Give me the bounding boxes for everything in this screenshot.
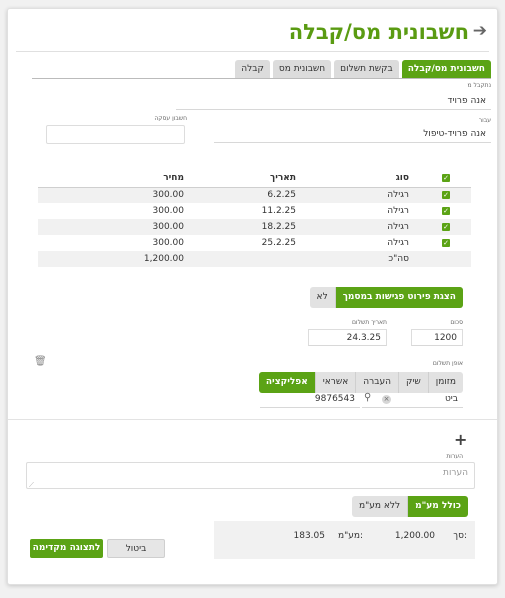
row-date: 25.2.25 xyxy=(261,238,296,248)
received-from-field[interactable]: אנה פרויד xyxy=(176,93,491,110)
section-divider xyxy=(8,419,497,420)
table-row: 300.00 11.2.25 רגילה ✓ xyxy=(38,203,471,219)
tab-receipt[interactable]: קבלה xyxy=(235,60,270,78)
table-row: 300.00 18.2.25 רגילה ✓ xyxy=(38,219,471,235)
row-price: 300.00 xyxy=(38,219,188,235)
row-price: 300.00 xyxy=(38,187,188,203)
notes-label: הערות xyxy=(446,453,463,460)
tabs-divider xyxy=(32,78,491,79)
amount-label: סכום xyxy=(450,319,463,326)
tab-tax-invoice[interactable]: חשבונית מס xyxy=(272,60,332,78)
row-type: רגילה xyxy=(387,238,409,248)
summary-vat-label: מע"מ: xyxy=(337,531,363,541)
row-price: 300.00 xyxy=(152,206,185,216)
search-icon[interactable]: ⚲ xyxy=(364,392,371,403)
sessions-table: מחיר תאריך סוג ✓ 300.00 6.2.25 רגילה ✓ 3… xyxy=(38,170,471,267)
price-header: מחיר xyxy=(38,170,188,188)
row-type: רגילה xyxy=(300,219,421,235)
account-field[interactable] xyxy=(46,125,185,144)
summary-vat-value: 183.05 xyxy=(293,531,326,541)
summary-total-value: 1,200.00 xyxy=(394,531,435,541)
date-header: תאריך xyxy=(188,170,300,188)
row-checkbox[interactable]: ✓ xyxy=(421,235,471,251)
row-date: 11.2.25 xyxy=(261,206,296,216)
summary-total-label: סך: xyxy=(453,531,467,541)
page-title: חשבונית מס/קבלה xyxy=(288,20,469,44)
row-date: 18.2.25 xyxy=(188,219,300,235)
type-header: סוג xyxy=(300,170,421,188)
row-type: רגילה xyxy=(300,187,421,203)
preview-button[interactable]: לתצוגה מקדימה xyxy=(30,539,103,558)
for-label: עבור xyxy=(478,117,491,124)
show-details-toggle: הצגת פירוט פגישות במסמך לא xyxy=(309,287,463,308)
title-divider xyxy=(16,51,489,52)
show-details-off-button[interactable]: לא xyxy=(309,287,335,308)
row-checkbox[interactable]: ✓ xyxy=(421,219,471,235)
tab-payment-request[interactable]: בקשת תשלום xyxy=(334,60,399,78)
clear-icon[interactable]: × xyxy=(382,395,391,404)
table-header-row: מחיר תאריך סוג ✓ xyxy=(38,170,471,188)
trash-icon[interactable]: 🗑 xyxy=(34,356,47,367)
app-select-field[interactable]: ביט xyxy=(362,391,463,408)
row-checkbox[interactable]: ✓ xyxy=(421,203,471,219)
table-row: 300.00 25.2.25 רגילה ✓ xyxy=(38,235,471,251)
payment-method-selector: מזומן שיק העברה אשראי אפליקציה xyxy=(258,372,463,393)
show-details-on-button[interactable]: הצגת פירוט פגישות במסמך xyxy=(334,287,463,308)
method-check-button[interactable]: שיק xyxy=(397,372,428,393)
method-transfer-button[interactable]: העברה xyxy=(355,372,398,393)
vat-included-button[interactable]: כולל מע"מ xyxy=(407,496,468,517)
total-value: 1,200.00 xyxy=(38,251,188,267)
method-credit-button[interactable]: אשראי xyxy=(314,372,356,393)
vat-toggle: כולל מע"מ ללא מע"מ xyxy=(351,496,468,517)
total-row: 1,200.00 סה"כ xyxy=(38,251,471,267)
row-checkbox[interactable]: ✓ xyxy=(421,187,471,203)
cancel-button[interactable]: ביטול xyxy=(107,539,165,558)
select-all-checkbox[interactable]: ✓ xyxy=(421,170,471,188)
payment-date-label: תאריך תשלום xyxy=(351,319,387,326)
method-app-button[interactable]: אפליקציה xyxy=(258,372,315,393)
tab-tax-invoice-receipt[interactable]: חשבונית מס/קבלה xyxy=(401,60,491,78)
payment-method-label: אופן תשלום xyxy=(432,360,463,367)
total-label: סה"כ xyxy=(300,251,421,267)
row-date: 6.2.25 xyxy=(188,187,300,203)
account-label: חשבון עסקה xyxy=(154,115,187,122)
arrow-right-icon[interactable]: ➔ xyxy=(473,21,487,41)
invoice-card: חשבונית מס/קבלה ➔ חשבונית מס/קבלה בקשת ת… xyxy=(7,8,498,585)
amount-field[interactable]: 1200 xyxy=(411,329,463,346)
resize-handle-icon[interactable]: ⟋ xyxy=(29,481,34,490)
reference-field[interactable]: 9876543 xyxy=(260,391,360,408)
plus-icon[interactable]: + xyxy=(454,430,467,449)
row-price: 300.00 xyxy=(152,238,185,248)
payment-date-field[interactable]: 24.3.25 xyxy=(308,329,387,346)
document-type-tabs: חשבונית מס/קבלה בקשת תשלום חשבונית מס קב… xyxy=(235,60,491,78)
method-cash-button[interactable]: מזומן xyxy=(427,372,463,393)
notes-textarea[interactable]: הערות xyxy=(26,462,475,489)
for-field[interactable]: אנה פרויד-טיפול xyxy=(214,126,491,143)
summary-panel: סך: 1,200.00 מע"מ: 183.05 xyxy=(214,521,475,559)
row-type: רגילה xyxy=(387,206,409,216)
vat-excluded-button[interactable]: ללא מע"מ xyxy=(351,496,408,517)
table-row: 300.00 6.2.25 רגילה ✓ xyxy=(38,187,471,203)
received-from-label: נתקבל מ xyxy=(467,82,491,89)
